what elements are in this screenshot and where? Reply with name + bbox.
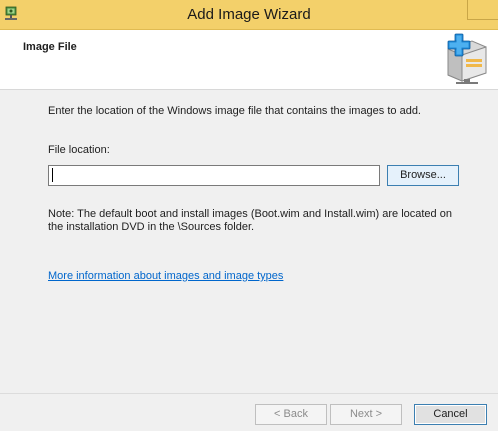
browse-button[interactable]: Browse... (387, 165, 459, 186)
text-caret (52, 168, 53, 182)
file-location-input[interactable] (48, 165, 380, 186)
add-image-wizard-icon (447, 33, 487, 84)
instruction-text: Enter the location of the Windows image … (48, 105, 421, 117)
footer-divider (0, 393, 498, 394)
note-text: Note: The default boot and install image… (48, 208, 452, 233)
back-button[interactable]: < Back (255, 404, 327, 425)
next-button[interactable]: Next > (330, 404, 402, 425)
close-button[interactable] (467, 0, 498, 20)
page-title: Image File (23, 41, 77, 53)
more-info-link[interactable]: More information about images and image … (48, 270, 283, 282)
window-title: Add Image Wizard (187, 6, 311, 23)
wizard-header: Image File (0, 30, 498, 90)
cancel-button[interactable]: Cancel (414, 404, 487, 425)
file-location-label: File location: (48, 144, 110, 156)
title-bar: Add Image Wizard (0, 0, 498, 30)
